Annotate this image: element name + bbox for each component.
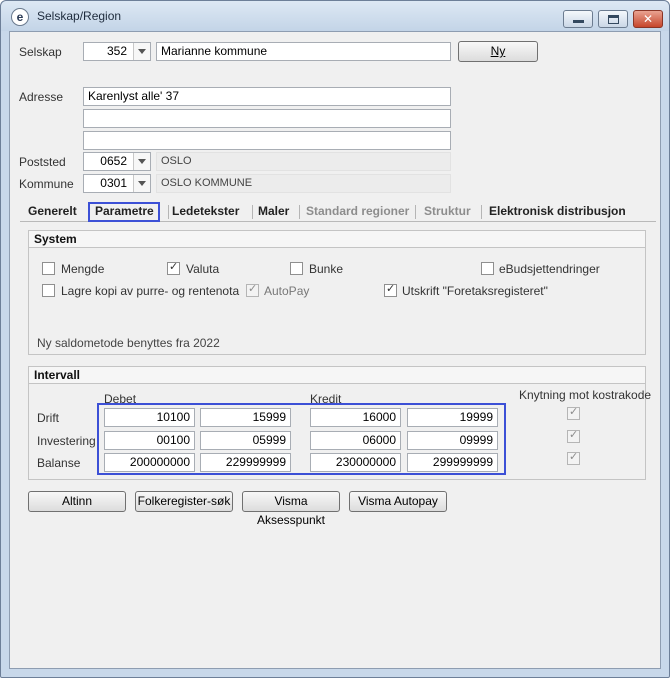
drift-knytning-checkbox[interactable] [567, 405, 580, 420]
app-icon: e [11, 8, 29, 26]
window-title: Selskap/Region [37, 9, 122, 23]
mengde-checkbox[interactable] [42, 262, 55, 275]
system-panel-title: System [29, 231, 645, 248]
visma-aksesspunkt-button[interactable]: Visma Aksesspunkt [242, 491, 340, 527]
active-tab-highlight [88, 202, 160, 222]
kommune-label: Kommune [19, 177, 74, 191]
valuta-label: Valuta [186, 262, 220, 276]
minimize-button[interactable] [563, 10, 593, 28]
tab-separator [252, 205, 253, 219]
tab-separator [415, 205, 416, 219]
autopay-checkbox[interactable] [246, 282, 259, 297]
new-button-label: Ny [490, 44, 506, 58]
new-button[interactable]: Ny [458, 41, 538, 62]
lagre-kopi-label: Lagre kopi av purre- og rentenota [61, 284, 240, 298]
adresse-line2-input[interactable] [83, 109, 451, 128]
adresse-line1-input[interactable]: Karenlyst alle' 37 [83, 87, 451, 106]
visma-autopay-button[interactable]: Visma Autopay [349, 491, 447, 512]
saldometode-text: Ny saldometode benyttes fra 2022 [37, 336, 220, 350]
knytning-header: Knytning mot kostrakode [519, 388, 652, 402]
ebudsjett-checkbox[interactable] [481, 262, 494, 275]
kommune-name-field: OSLO KOMMUNE [156, 174, 451, 193]
mengde-label: Mengde [61, 262, 105, 276]
tab-separator [168, 205, 169, 219]
bunke-checkbox[interactable] [290, 262, 303, 275]
maximize-button[interactable] [598, 10, 628, 28]
selskap-dropdown-icon[interactable] [133, 43, 150, 60]
tab-ledetekster[interactable]: Ledetekster [172, 204, 239, 218]
kommune-dropdown-icon[interactable] [133, 175, 150, 192]
lagre-kopi-checkbox[interactable] [42, 284, 55, 297]
tab-standard-regioner[interactable]: Standard regioner [306, 204, 409, 218]
tab-elektronisk-distribusjon[interactable]: Elektronisk distribusjon [489, 204, 626, 218]
close-icon: ✕ [642, 12, 654, 26]
poststed-label: Poststed [19, 155, 66, 169]
title-bar: e Selskap/Region ✕ [1, 1, 669, 31]
interval-fields-highlight [97, 403, 506, 475]
selskap-label: Selskap [19, 45, 62, 59]
selskap-name-input[interactable]: Marianne kommune [156, 42, 451, 61]
minimize-icon [573, 20, 584, 23]
tab-separator [299, 205, 300, 219]
system-panel: System Mengde Valuta Bunke eBudsjettendr… [28, 230, 646, 355]
client-area: Selskap 352 Marianne kommune Ny Adresse … [9, 31, 661, 669]
tab-struktur[interactable]: Struktur [424, 204, 471, 218]
adresse-label: Adresse [19, 90, 64, 104]
balanse-label: Balanse [37, 456, 81, 470]
investering-label: Investering [37, 434, 96, 448]
bunke-label: Bunke [309, 262, 344, 276]
altinn-button[interactable]: Altinn [28, 491, 126, 512]
utskrift-label: Utskrift "Foretaksregisteret" [402, 284, 548, 298]
intervall-panel-title: Intervall [29, 367, 645, 384]
drift-label: Drift [37, 411, 59, 425]
main-window: e Selskap/Region ✕ Selskap 352 Marianne … [0, 0, 670, 678]
close-button[interactable]: ✕ [633, 10, 663, 28]
balanse-knytning-checkbox[interactable] [567, 450, 580, 465]
ebudsjett-label: eBudsjettendringer [499, 262, 600, 276]
investering-knytning-checkbox[interactable] [567, 428, 580, 443]
valuta-checkbox[interactable] [167, 260, 180, 275]
tab-generelt[interactable]: Generelt [28, 204, 77, 218]
maximize-icon [608, 15, 619, 24]
tab-separator [481, 205, 482, 219]
tab-maler[interactable]: Maler [258, 204, 289, 218]
poststed-dropdown-icon[interactable] [133, 153, 150, 170]
folkeregister-sok-button[interactable]: Folkeregister-søk [135, 491, 233, 512]
poststed-name-field: OSLO [156, 152, 451, 171]
autopay-label: AutoPay [264, 284, 310, 298]
adresse-line3-input[interactable] [83, 131, 451, 150]
utskrift-checkbox[interactable] [384, 282, 397, 297]
